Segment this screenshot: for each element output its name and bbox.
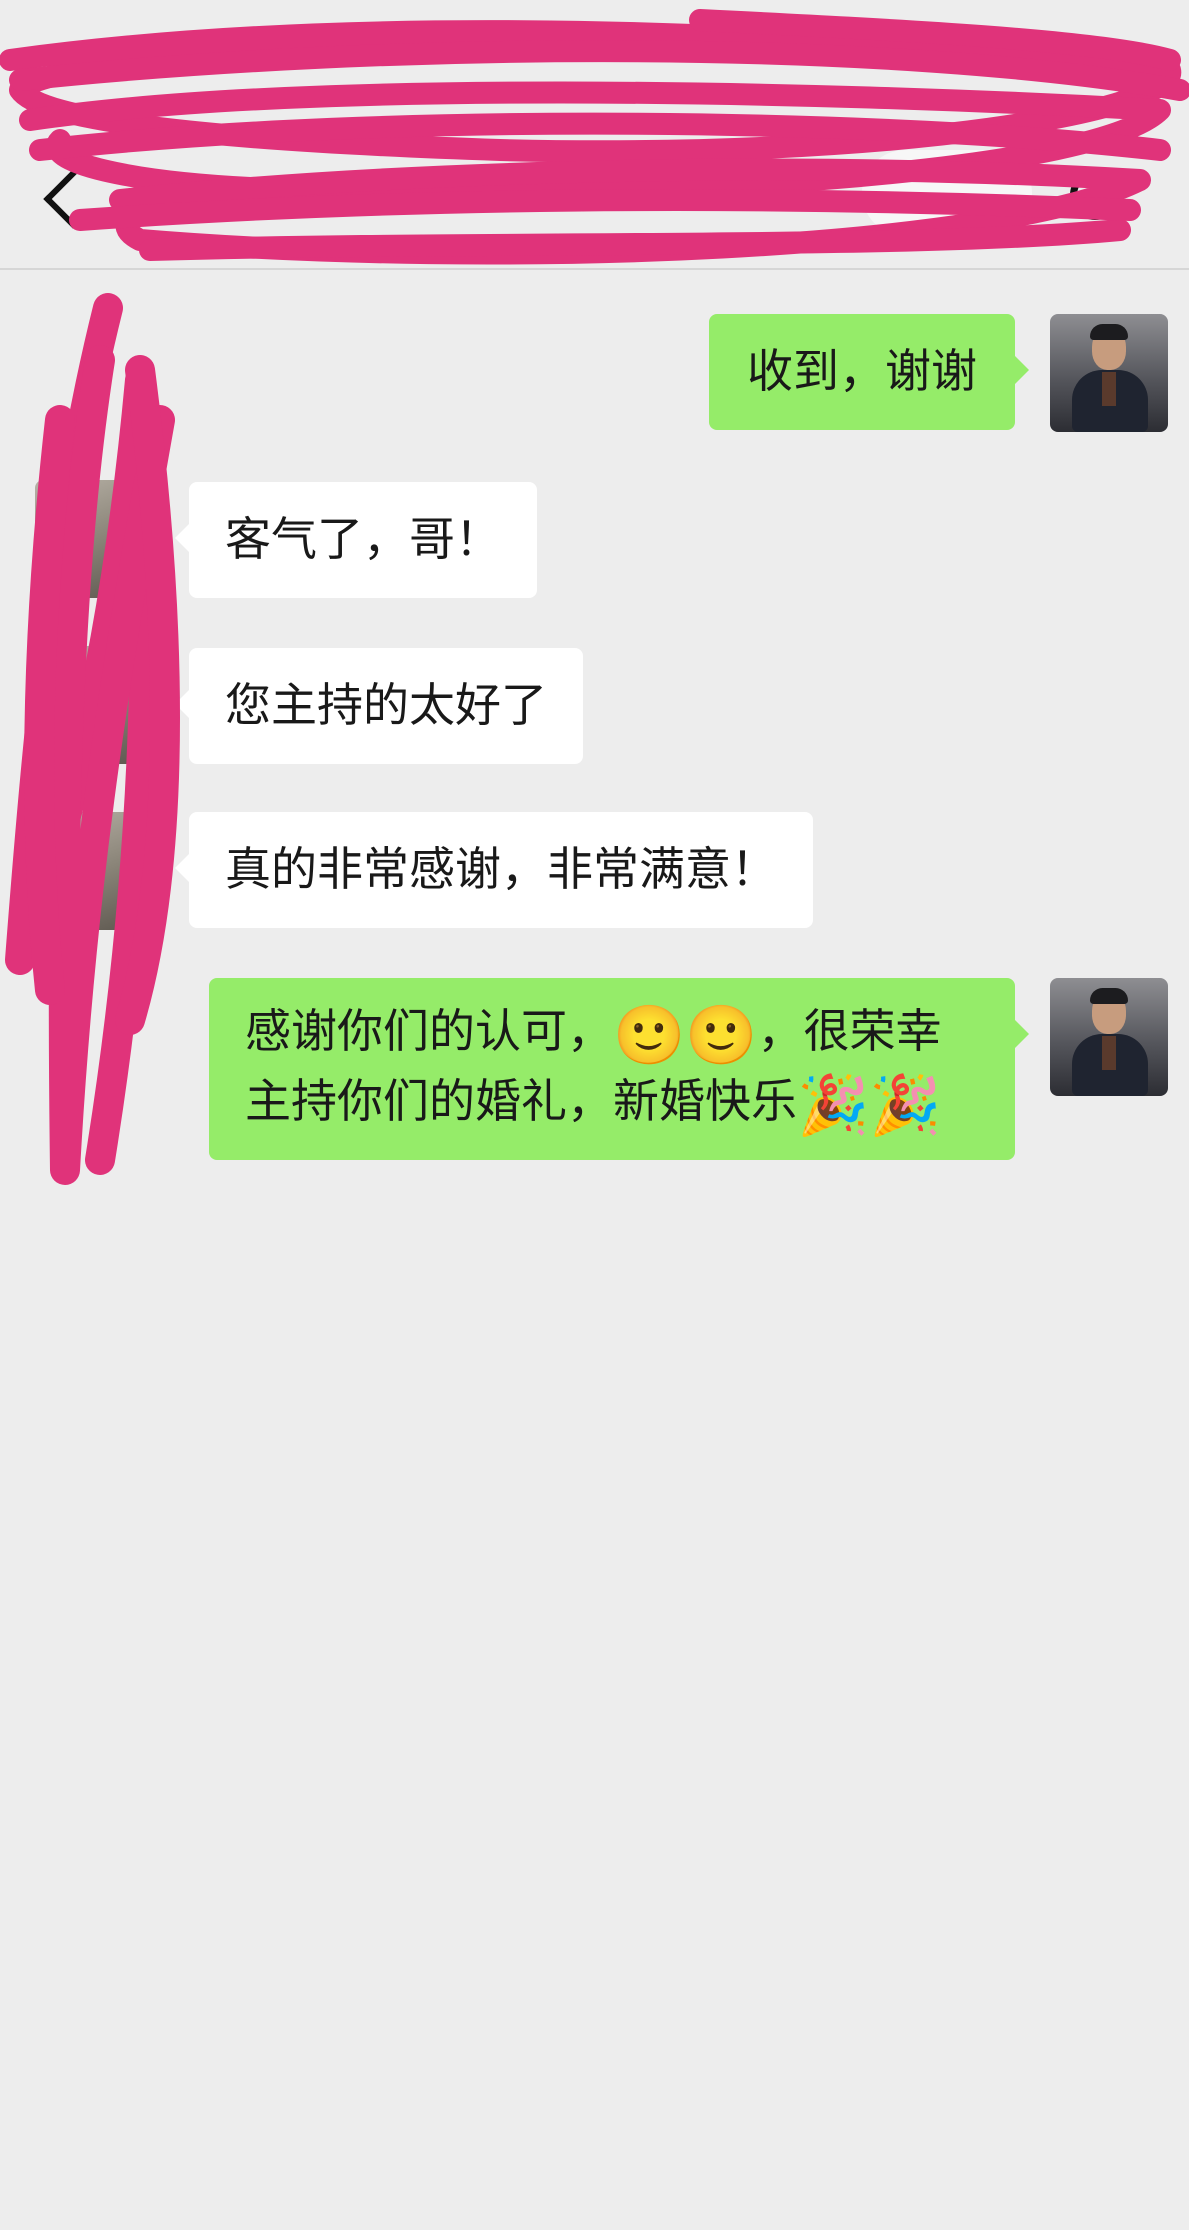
chevron-left-icon[interactable] [43,169,103,229]
more-button[interactable] [862,150,1032,236]
message-text-line: 感谢你们的认可，🙂🙂，很荣幸 [245,1001,942,1069]
message-bubble[interactable]: 真的非常感谢，非常满意！ [175,812,813,928]
party-popper-icon: 🎉🎉 [797,1071,942,1139]
message-text: 收到，谢谢 [747,344,977,398]
smile-emoji-icon: 🙂🙂 [613,1001,758,1069]
chat-header [0,0,1189,270]
message-bubble[interactable]: 您主持的太好了 [175,648,583,764]
message-bubble[interactable]: 收到，谢谢 [709,314,1029,430]
avatar[interactable] [35,646,153,764]
message-text: 真的非常感谢，非常满意！ [225,842,777,896]
message-text-line: 主持你们的婚礼，新婚快乐🎉🎉 [245,1071,942,1139]
avatar[interactable] [1050,978,1168,1096]
target-icon[interactable] [1070,170,1120,220]
message-bubble[interactable]: 感谢你们的认可，🙂🙂，很荣幸 主持你们的婚礼，新婚快乐🎉🎉 [209,978,1029,1160]
message-text: 客气了，哥！ [225,512,501,566]
message-text: 您主持的太好了 [225,678,547,732]
message-bubble[interactable]: 客气了，哥！ [175,482,537,598]
avatar[interactable] [1050,314,1168,432]
avatar[interactable] [35,812,153,930]
avatar[interactable] [35,480,153,598]
